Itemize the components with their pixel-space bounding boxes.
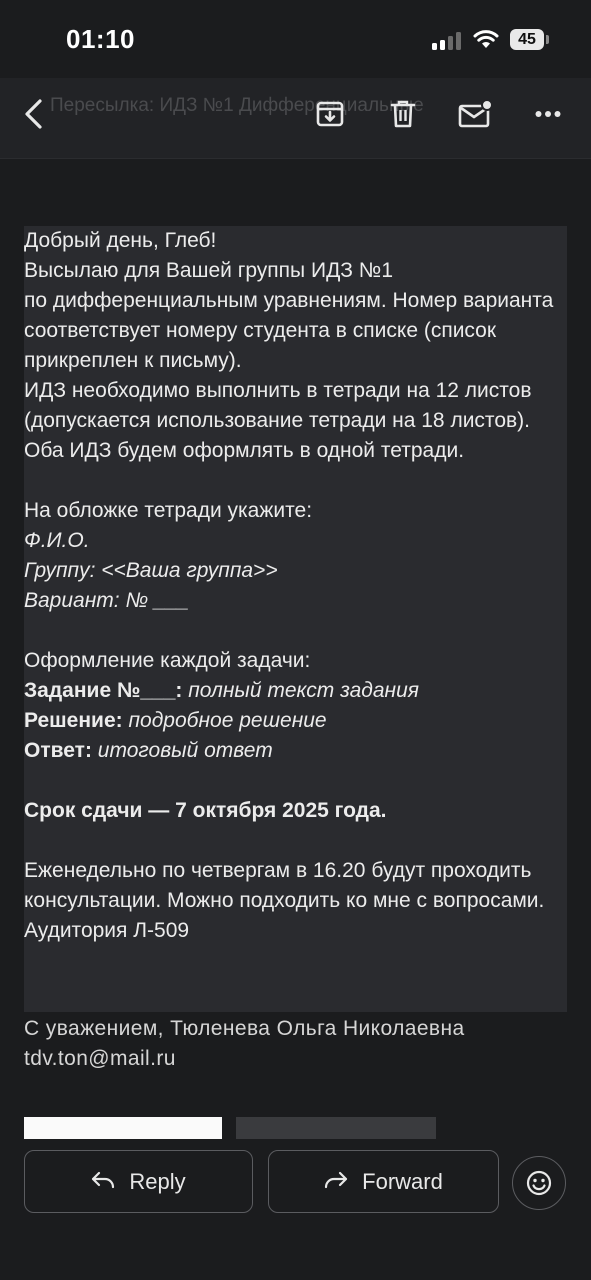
solution-label: Решение: bbox=[24, 709, 123, 732]
cover-variant: Вариант: № ___ bbox=[24, 589, 190, 612]
task-label: Задание №___: bbox=[24, 679, 183, 702]
deadline: Срок сдачи — 7 октября 2025 года. bbox=[24, 799, 387, 822]
solution-value: подробное решение bbox=[128, 709, 327, 732]
faded-subject: Пересылка: ИДЗ №1 Дифференциальные bbox=[50, 95, 424, 116]
format-heading: Оформление каждой задачи: bbox=[24, 649, 311, 672]
trash-icon[interactable] bbox=[383, 94, 423, 134]
forward-button[interactable]: Forward bbox=[268, 1150, 499, 1213]
email-toolbar: Пересылка: ИДЗ №1 Дифференциальные bbox=[0, 78, 591, 159]
bottom-action-bar: Reply Forward bbox=[0, 1140, 591, 1280]
message-line: Высылаю для Вашей группы ИДЗ №1 bbox=[24, 259, 394, 282]
forward-arrow-icon bbox=[324, 1169, 348, 1195]
attachment-card[interactable] bbox=[236, 1117, 436, 1139]
cover-heading: На обложке тетради укажите: bbox=[24, 499, 313, 522]
attachments-strip bbox=[24, 1117, 444, 1139]
reply-label: Reply bbox=[129, 1168, 186, 1194]
message-body: Добрый день, Глеб! Высылаю для Вашей гру… bbox=[24, 226, 567, 1012]
cover-group: Группу: <<Ваша группа>> bbox=[24, 559, 278, 582]
cellular-signal-icon bbox=[432, 32, 464, 50]
reply-arrow-icon bbox=[91, 1169, 115, 1195]
attachment-card[interactable] bbox=[24, 1117, 222, 1139]
answer-value: итоговый ответ bbox=[97, 739, 273, 762]
consultation-info: Еженедельно по четвергам в 16.20 будут п… bbox=[24, 859, 545, 942]
signature: С уважением, Тюленева Ольга Николаевна t… bbox=[24, 1014, 465, 1074]
answer-label: Ответ: bbox=[24, 739, 92, 762]
signature-email[interactable]: tdv.ton@mail.ru bbox=[24, 1044, 465, 1074]
signature-name: С уважением, Тюленева Ольга Николаевна bbox=[24, 1017, 465, 1040]
message-line: по дифференциальным уравнениям. Номер ва… bbox=[24, 289, 554, 372]
emoji-reaction-icon[interactable] bbox=[512, 1156, 566, 1210]
task-value: полный текст задания bbox=[188, 679, 420, 702]
more-options-icon[interactable] bbox=[528, 94, 568, 134]
reply-button[interactable]: Reply bbox=[24, 1150, 253, 1213]
status-time: 01:10 bbox=[66, 24, 135, 54]
forward-label: Forward bbox=[362, 1168, 443, 1194]
mark-unread-icon[interactable] bbox=[455, 94, 495, 134]
message-line: ИДЗ необходимо выполнить в тетради на 12… bbox=[24, 379, 532, 462]
battery-cap bbox=[546, 35, 549, 44]
status-bar: 01:10 45 bbox=[0, 0, 591, 78]
greeting: Добрый день, Глеб! bbox=[24, 229, 217, 252]
battery-level: 45 bbox=[518, 31, 536, 48]
battery-icon: 45 bbox=[510, 29, 544, 50]
wifi-icon bbox=[472, 28, 500, 50]
back-arrow-icon[interactable] bbox=[14, 94, 54, 134]
cover-name: Ф.И.О. bbox=[24, 529, 90, 552]
archive-icon[interactable] bbox=[310, 94, 350, 134]
message-text: Добрый день, Глеб! Высылаю для Вашей гру… bbox=[24, 226, 564, 946]
